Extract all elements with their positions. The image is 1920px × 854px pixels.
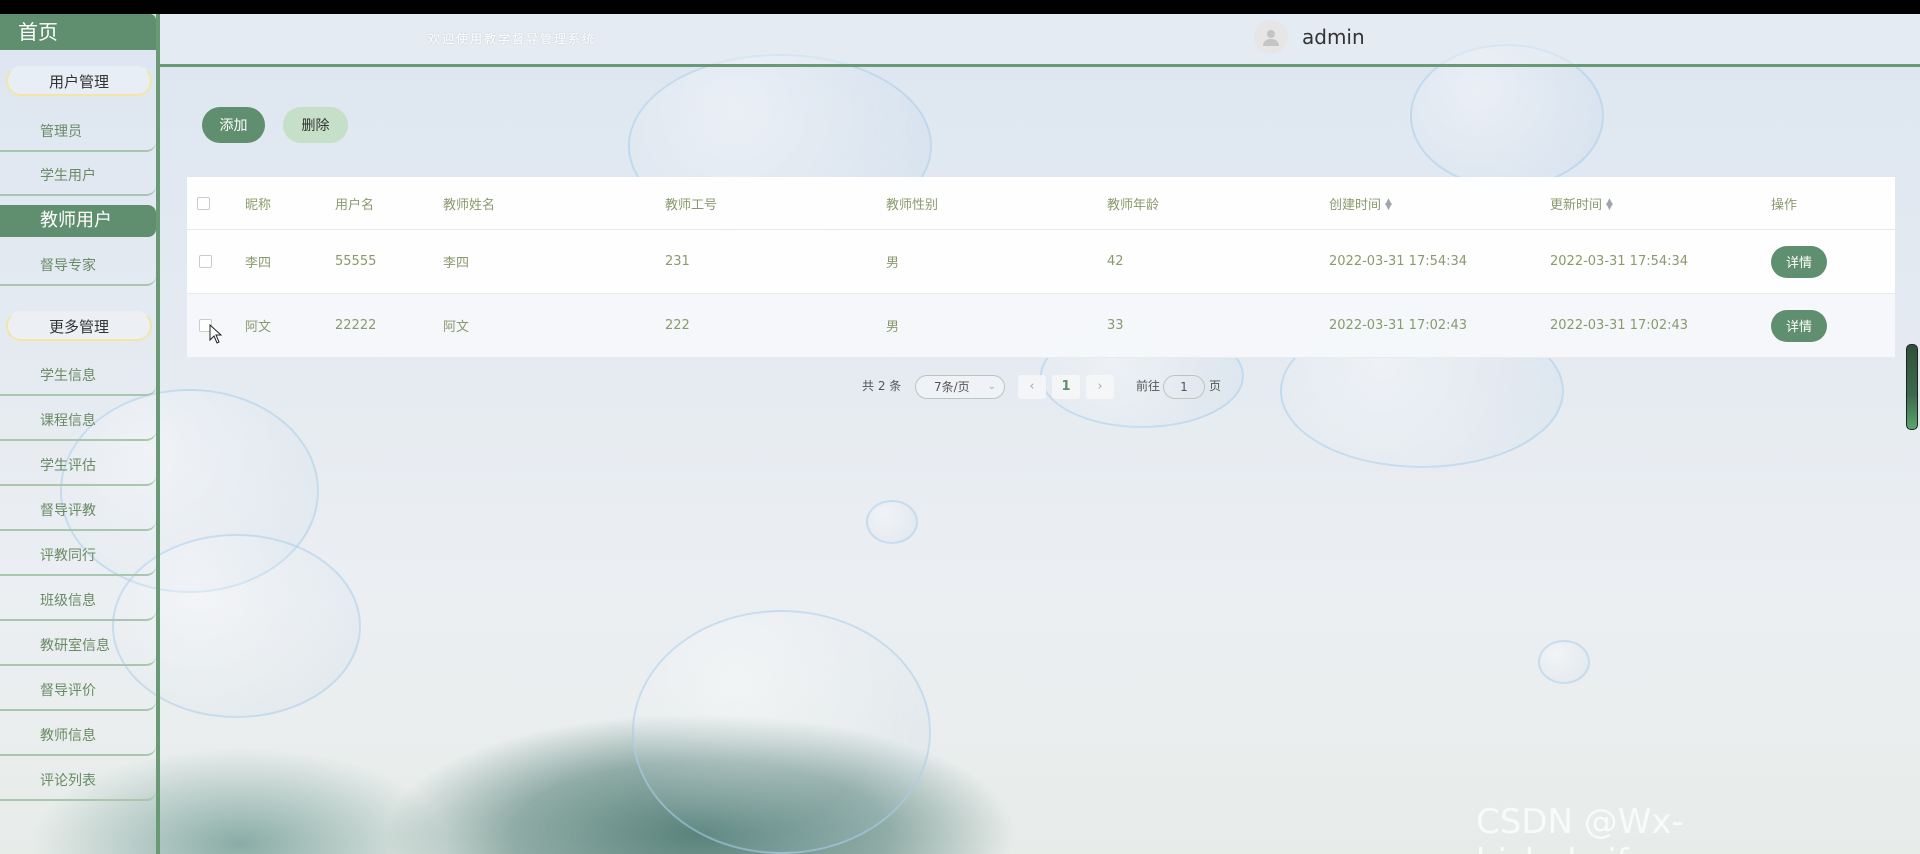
pagination-total: 共 2 条	[862, 379, 902, 393]
page-size-select[interactable]: 7条/页 ⌄	[915, 375, 1005, 399]
top-header: 欢迎使用教学督导管理系统 admin	[160, 14, 1920, 67]
cell-gender: 男	[886, 229, 1107, 294]
sidebar-item-peer-eval[interactable]: 评教同行	[0, 536, 156, 576]
cell-nickname: 李四	[245, 229, 335, 294]
sidebar-item-supervisor-review[interactable]: 督导评价	[0, 671, 156, 711]
vertical-scrollbar[interactable]	[1906, 344, 1918, 430]
table-row: 阿文 22222 阿文 222 男 33 2022-03-31 17:02:43…	[187, 293, 1895, 358]
goto-suffix: 页	[1209, 379, 1222, 393]
cell-gender: 男	[886, 293, 1107, 358]
page-size-value: 7条/页	[934, 380, 970, 394]
prev-page-button[interactable]: ‹	[1018, 375, 1046, 399]
chevron-down-icon: ⌄	[987, 381, 996, 392]
cell-teacher-id: 231	[665, 229, 886, 294]
sidebar-item-class-info[interactable]: 班级信息	[0, 581, 156, 621]
cell-updated: 2022-03-31 17:02:43	[1550, 293, 1771, 358]
header-age: 教师年龄	[1107, 177, 1329, 230]
username-label[interactable]: admin	[1302, 25, 1365, 49]
header-created[interactable]: 创建时间 ▲ ▼	[1329, 177, 1550, 230]
sidebar-item-comment-list[interactable]: 评论列表	[0, 761, 156, 801]
page-number-current[interactable]: 1	[1052, 375, 1080, 399]
sidebar-item-student-info[interactable]: 学生信息	[0, 356, 156, 396]
next-page-button[interactable]: ›	[1086, 375, 1114, 399]
mouse-cursor-icon	[209, 324, 223, 344]
cell-created: 2022-03-31 17:02:43	[1329, 293, 1550, 358]
header-username: 用户名	[335, 177, 443, 230]
header-teacher-id: 教师工号	[665, 177, 886, 230]
sidebar-home[interactable]: 首页	[0, 14, 156, 50]
goto-prefix: 前往	[1136, 379, 1161, 393]
cell-username: 55555	[335, 229, 443, 294]
table-row: 李四 55555 李四 231 男 42 2022-03-31 17:54:34…	[187, 229, 1895, 294]
cell-teacher-name: 李四	[443, 229, 665, 294]
sidebar-item-research-room[interactable]: 教研室信息	[0, 626, 156, 666]
sidebar-item-teacher-info[interactable]: 教师信息	[0, 716, 156, 756]
bubble-decoration	[866, 500, 918, 544]
sidebar-item-admin[interactable]: 管理员	[0, 112, 156, 152]
delete-button[interactable]: 删除	[283, 107, 348, 143]
cell-nickname: 阿文	[245, 293, 335, 358]
sidebar-item-student-eval[interactable]: 学生评估	[0, 446, 156, 486]
cell-updated: 2022-03-31 17:54:34	[1550, 229, 1771, 294]
sidebar-group-user-mgmt[interactable]: 用户管理	[6, 66, 152, 96]
sidebar-item-supervisor-eval-teaching[interactable]: 督导评教	[0, 491, 156, 531]
sidebar-item-supervisor-expert[interactable]: 督导专家	[0, 246, 156, 286]
sidebar-group-more-mgmt[interactable]: 更多管理	[6, 311, 152, 341]
detail-button[interactable]: 详情	[1771, 309, 1827, 342]
user-avatar-icon[interactable]	[1254, 20, 1288, 54]
row-checkbox[interactable]	[199, 255, 212, 268]
teacher-table: 昵称 用户名 教师姓名 教师工号 教师性别 教师年龄 创建时间 ▲ ▼ 更新时间 ▲ ▼…	[187, 177, 1895, 358]
chevron-right-icon: ›	[1097, 379, 1103, 394]
app-window: 欢迎使用教学督导管理系统 admin 首页 用户管理 管理员 学生用户 教师用户…	[0, 14, 1920, 854]
detail-button[interactable]: 详情	[1771, 245, 1827, 278]
sort-icon[interactable]: ▲ ▼	[1606, 198, 1613, 212]
header-updated-label: 更新时间	[1550, 197, 1603, 213]
sidebar-group-teacher-users[interactable]: 教师用户	[0, 205, 156, 237]
chevron-left-icon: ‹	[1029, 379, 1035, 394]
sidebar: 首页 用户管理 管理员 学生用户 教师用户 督导专家 更多管理 学生信息 课程信…	[0, 14, 160, 854]
sort-icon[interactable]: ▲ ▼	[1385, 198, 1392, 212]
header-gender: 教师性别	[886, 177, 1107, 230]
goto-page-input[interactable]: 1	[1163, 375, 1205, 399]
cell-teacher-name: 阿文	[443, 293, 665, 358]
add-button[interactable]: 添加	[202, 107, 265, 143]
header-updated[interactable]: 更新时间 ▲ ▼	[1550, 177, 1771, 230]
cell-username: 22222	[335, 293, 443, 358]
header-nickname: 昵称	[245, 177, 335, 230]
select-all-checkbox[interactable]	[197, 196, 210, 210]
bubble-decoration	[632, 610, 931, 854]
header-teacher-name: 教师姓名	[443, 177, 665, 230]
table-header-row: 昵称 用户名 教师姓名 教师工号 教师性别 教师年龄 创建时间 ▲ ▼ 更新时间 ▲ ▼…	[187, 177, 1895, 230]
cell-age: 42	[1107, 229, 1329, 294]
sidebar-item-student-user[interactable]: 学生用户	[0, 156, 156, 196]
cell-teacher-id: 222	[665, 293, 886, 358]
cell-created: 2022-03-31 17:54:34	[1329, 229, 1550, 294]
header-actions: 操作	[1771, 177, 1895, 230]
sidebar-item-course-info[interactable]: 课程信息	[0, 401, 156, 441]
cell-age: 33	[1107, 293, 1329, 358]
system-title: 欢迎使用教学督导管理系统	[428, 32, 597, 46]
watermark: CSDN @Wx-bishekaifayuan	[1476, 802, 1733, 854]
header-created-label: 创建时间	[1329, 197, 1382, 213]
bubble-decoration	[1538, 640, 1590, 684]
